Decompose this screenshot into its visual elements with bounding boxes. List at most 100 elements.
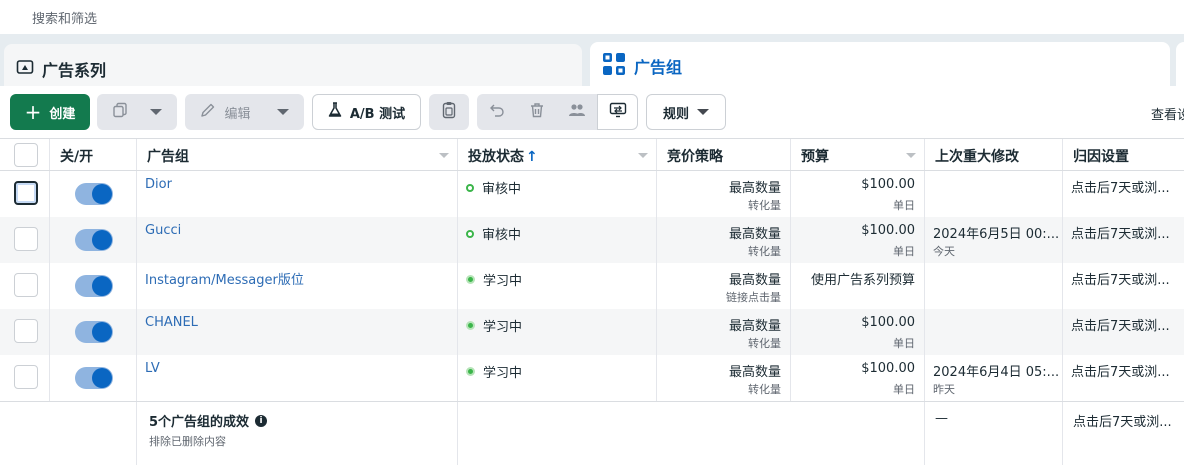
delivery-toggle[interactable] <box>75 183 113 205</box>
tab-campaigns[interactable]: 广告系列 <box>4 44 582 88</box>
budget-subtext: 单日 <box>893 337 915 350</box>
learning-dot-icon <box>466 275 475 284</box>
budget-cell: $100.00 单日 <box>791 171 925 217</box>
budget-subtext: 单日 <box>893 245 915 258</box>
status-indicator: 学习中 <box>466 270 522 289</box>
delivery-toggle[interactable] <box>75 321 113 343</box>
summary-title-text: 5个广告组的成效 <box>149 415 250 430</box>
status-text: 学习中 <box>483 366 523 381</box>
last-edit-cell: 2024年6月4日 05:... 昨天 <box>925 355 1063 401</box>
attribution-cell: 点击后7天或浏... <box>1063 217 1184 263</box>
status-indicator: 审核中 <box>466 178 521 197</box>
audience-button[interactable] <box>557 94 597 130</box>
bid-subtext: 转化量 <box>748 245 781 258</box>
toggle-knob <box>92 184 112 204</box>
grid-icon <box>602 52 626 80</box>
bid-cell: 最高数量转化量 <box>657 217 791 263</box>
delivery-toggle[interactable] <box>75 275 113 297</box>
info-icon[interactable]: i <box>255 414 268 427</box>
table-row: Dior 审核中 最高数量 转化量 $100.00 单日 点击后7天或浏... <box>0 171 1184 217</box>
attribution-text: 点击后7天或浏... <box>1071 319 1170 334</box>
toggle-knob <box>92 276 112 296</box>
trash-icon <box>529 102 545 122</box>
header-last-edit[interactable]: 上次重大修改 <box>925 139 1063 170</box>
view-settings-link[interactable]: 查看设 <box>1151 104 1184 123</box>
row-checkbox[interactable] <box>14 181 38 205</box>
chevron-down-icon <box>150 109 162 115</box>
tab-ads[interactable] <box>1176 42 1184 88</box>
adset-name-link[interactable]: Gucci <box>145 223 181 238</box>
undo-button[interactable] <box>477 94 517 130</box>
toggle-cell <box>50 263 137 309</box>
budget-cell: $100.00 单日 <box>791 355 925 401</box>
status-text: 审核中 <box>482 182 522 197</box>
header-status[interactable]: 投放状态 ↑ <box>458 139 657 170</box>
row-checkbox[interactable] <box>14 365 38 389</box>
chart-compare-icon <box>609 102 627 122</box>
toggle-knob <box>92 368 112 388</box>
adset-name-link[interactable]: Instagram/Messager版位 <box>145 269 304 288</box>
clipboard-icon <box>442 101 456 123</box>
level-tabs: 广告系列 广告组 <box>0 34 1184 88</box>
duplicate-icon <box>112 102 128 122</box>
bid-subtext: 转化量 <box>748 383 781 396</box>
status-text: 学习中 <box>483 320 523 335</box>
adsets-table: 关/开 广告组 投放状态 ↑ 竞价策略 预算 上次重大修改 归因设置 Dior 审… <box>0 138 1184 467</box>
attribution-text: 点击后7天或浏... <box>1071 227 1170 242</box>
toolbar: + 创建 编辑 A/B 测试 规则 查看设 <box>0 86 1184 138</box>
status-text: 审核中 <box>482 228 522 243</box>
row-checkbox[interactable] <box>14 273 38 297</box>
bid-cell: 最高数量 转化量 <box>657 355 791 401</box>
name-cell: Gucci <box>137 217 458 263</box>
summary-title-cell: 5个广告组的成效 i 排除已删除内容 <box>137 402 458 465</box>
duplicate-button[interactable] <box>97 94 177 130</box>
table-row: Instagram/Messager版位 学习中 最高数量 链接点击量 使用广告系… <box>0 263 1184 309</box>
ab-test-button[interactable]: A/B 测试 <box>312 94 421 130</box>
status-dot-icon <box>466 183 474 192</box>
search-filter-bar[interactable]: 搜索和筛选 <box>0 0 1184 34</box>
delivery-toggle[interactable] <box>75 367 113 389</box>
last-edit-cell <box>925 171 1063 217</box>
header-onoff[interactable]: 关/开 <box>50 139 137 170</box>
table-row: LV 学习中 最高数量 转化量 $100.00 单日 2024年6月4日 05:..… <box>0 355 1184 401</box>
create-button[interactable]: + 创建 <box>10 94 90 130</box>
tab-adsets[interactable]: 广告组 <box>590 42 1170 88</box>
budget-text: $100.00 <box>861 177 915 192</box>
last-edit-text: 2024年6月5日 00:... <box>933 227 1060 242</box>
action-button-group <box>477 94 638 130</box>
header-attribution[interactable]: 归因设置 <box>1063 139 1184 170</box>
adset-name-link[interactable]: CHANEL <box>145 315 198 330</box>
status-cell: 审核中 <box>458 171 657 217</box>
delete-button[interactable] <box>517 94 557 130</box>
delivery-toggle[interactable] <box>75 229 113 251</box>
select-cell <box>0 171 50 217</box>
bid-text: 最高数量 <box>728 227 781 242</box>
select-cell <box>0 355 50 401</box>
table-row: Gucci 审核中 最高数量 转化量 $100.00 单日 2024年6月5日 00… <box>0 217 1184 263</box>
header-bid[interactable]: 竞价策略 <box>657 139 791 170</box>
row-checkbox[interactable] <box>14 227 38 251</box>
budget-subtext: 单日 <box>893 383 915 396</box>
header-budget[interactable]: 预算 <box>791 139 925 170</box>
row-checkbox[interactable] <box>14 319 38 343</box>
summary-empty-cell <box>50 402 137 465</box>
name-cell: Dior <box>137 171 458 217</box>
clipboard-button[interactable] <box>429 94 469 130</box>
budget-subtext: 单日 <box>893 199 915 212</box>
edit-button[interactable]: 编辑 <box>185 94 304 130</box>
bid-subtext: 转化量 <box>748 337 781 350</box>
adset-name-link[interactable]: LV <box>145 361 160 376</box>
select-all-checkbox[interactable] <box>14 143 38 167</box>
adset-name-link[interactable]: Dior <box>145 177 172 192</box>
chevron-down-icon <box>276 109 289 115</box>
create-label: 创建 <box>49 106 76 122</box>
last-edit-subtext: 昨天 <box>933 383 955 396</box>
reports-button[interactable] <box>597 94 638 130</box>
header-name[interactable]: 广告组 <box>137 139 458 170</box>
rules-button[interactable]: 规则 <box>646 94 726 130</box>
attribution-text: 点击后7天或浏... <box>1071 365 1170 380</box>
summary-subtitle: 排除已删除内容 <box>149 435 226 448</box>
budget-text: $100.00 <box>861 315 915 330</box>
select-cell <box>0 263 50 309</box>
bid-text: 最高数量 <box>728 273 781 288</box>
